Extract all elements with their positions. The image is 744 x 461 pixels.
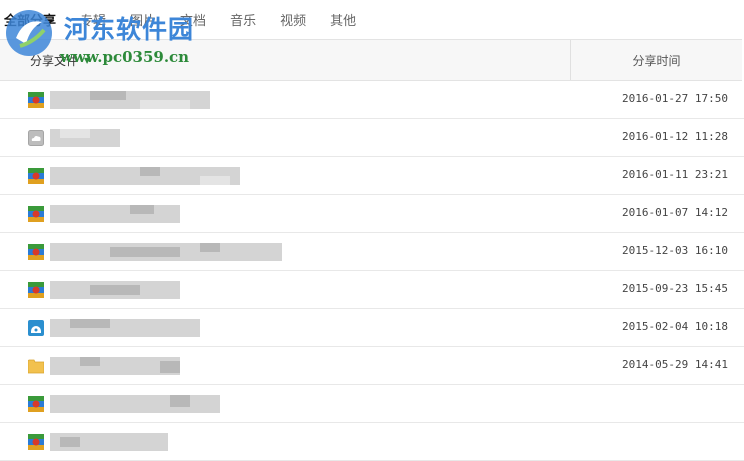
share-date: 2015-02-04 10:18 — [622, 320, 728, 333]
tab-all-shares[interactable]: 全部分享 — [4, 10, 56, 29]
share-date: 2015-09-23 15:45 — [622, 282, 728, 295]
cloud-file-icon — [28, 130, 44, 146]
file-row[interactable]: 2015-12-03 16:10 — [0, 233, 744, 271]
category-tabs: 全部分享 专辑 图片 文档 音乐 视频 其他 — [0, 0, 744, 38]
tab-albums[interactable]: 专辑 — [80, 10, 106, 29]
tab-music[interactable]: 音乐 — [230, 10, 256, 29]
file-row[interactable]: 2015-09-23 15:45 — [0, 271, 744, 309]
installer-file-icon — [28, 320, 44, 336]
app-file-icon — [28, 168, 44, 184]
share-date: 2015-12-03 16:10 — [622, 244, 728, 257]
column-header-share-time[interactable]: 分享时间 — [571, 52, 742, 69]
share-date: 2014-05-29 14:41 — [622, 358, 728, 371]
column-header-share-file-label: 分享文件 — [30, 54, 79, 68]
share-date: 2016-01-11 23:21 — [622, 168, 728, 181]
file-row[interactable]: 2016-01-11 23:21 — [0, 157, 744, 195]
share-date: 2016-01-07 14:12 — [622, 206, 728, 219]
file-row[interactable]: 2015-02-04 10:18 — [0, 309, 744, 347]
tab-documents[interactable]: 文档 — [180, 10, 206, 29]
app-file-icon — [28, 244, 44, 260]
tab-images[interactable]: 图片 — [130, 10, 156, 29]
folder-icon — [28, 359, 44, 374]
app-file-icon — [28, 206, 44, 222]
column-header-share-file[interactable]: 分享文件 ▼ — [30, 52, 90, 69]
file-row[interactable]: 2016-01-27 17:50 — [0, 81, 744, 119]
app-file-icon — [28, 434, 44, 450]
share-date: 2016-01-27 17:50 — [622, 92, 728, 105]
app-file-icon — [28, 282, 44, 298]
file-row[interactable] — [0, 385, 744, 423]
file-list: 2016-01-27 17:50 2016-01-12 11:28 2016-0… — [0, 81, 744, 461]
file-row[interactable]: 2016-01-07 14:12 — [0, 195, 744, 233]
file-row[interactable]: 2016-01-12 11:28 — [0, 119, 744, 157]
file-row[interactable] — [0, 423, 744, 461]
tab-other[interactable]: 其他 — [330, 10, 356, 29]
file-list-header: 分享文件 ▼ 分享时间 — [0, 39, 742, 81]
app-file-icon — [28, 92, 44, 108]
app-file-icon — [28, 396, 44, 412]
share-date: 2016-01-12 11:28 — [622, 130, 728, 143]
sort-down-icon[interactable]: ▼ — [84, 56, 90, 65]
file-row[interactable]: 2014-05-29 14:41 — [0, 347, 744, 385]
tab-videos[interactable]: 视频 — [280, 10, 306, 29]
